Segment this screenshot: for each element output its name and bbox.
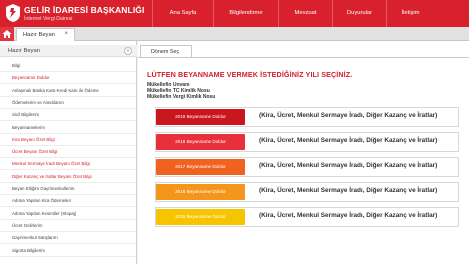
gib-logo-icon: [6, 4, 20, 22]
fill-declaration-button[interactable]: 2015 Beyanname Doldur: [156, 209, 245, 225]
sidebar-item[interactable]: Menkul Sermaye İradı Beyanı Özet Bilgi: [0, 159, 136, 171]
tab-donem-sec-label: Dönem Seç: [151, 49, 180, 55]
top-header: GELİR İDARESİ BAŞKANLIĞI İnternet Vergi …: [0, 0, 469, 27]
close-icon[interactable]: ×: [64, 31, 68, 37]
sidebar-item[interactable]: Bilgi: [0, 61, 136, 72]
brand-title: GELİR İDARESİ BAŞKANLIĞI: [24, 5, 145, 15]
sidebar-item[interactable]: Ücret Beyanı Özet Bilgi: [0, 147, 136, 159]
sidebar-header: Hazır Beyan «: [0, 45, 137, 57]
collapse-icon[interactable]: «: [124, 47, 132, 55]
sidebar-item[interactable]: Diğer Kazanç ve İratlar Beyanı Özet Bilg…: [0, 172, 136, 183]
year-row: 2018 Beyanname Doldur (Kira, Ücret, Menku…: [155, 132, 459, 152]
income-types-label: (Kira, Ücret, Menkul Sermaye İradı, Diğe…: [259, 212, 438, 219]
sidebar-item-label: Beyanname Doldur: [12, 75, 50, 81]
sidebar-item-label: Sicil Bilgilerim: [12, 112, 40, 118]
sidebar-item-label: Ücret Beyanı Özet Bilgi: [12, 149, 58, 155]
tab-label: Hazır Beyan: [23, 32, 55, 38]
year-row: 2019 Beyanname Doldur (Kira, Ücret, Menku…: [155, 107, 459, 127]
sidebar-item-label: Diğer Kazanç ve İratlar Beyanı Özet Bilg…: [12, 173, 92, 179]
tab-divider: [138, 57, 469, 58]
income-types-label: (Kira, Ücret, Menkul Sermaye İradı, Diğe…: [259, 137, 438, 144]
sidebar-item-label: Kira Beyanı Özet Bilgi: [12, 136, 55, 142]
sidebar-item[interactable]: Beyannamelerim: [0, 123, 136, 134]
fill-declaration-button[interactable]: 2019 Beyanname Doldur: [156, 109, 245, 125]
sidebar-title: Hazır Beyan: [8, 48, 40, 54]
sidebar-item-label: Ödemelerim ve Alındılarım: [12, 99, 64, 105]
brand-subtitle: İnternet Vergi Dairesi: [24, 16, 73, 22]
year-row: 2017 Beyanname Doldur (Kira, Ücret, Menku…: [155, 157, 459, 177]
fill-declaration-button[interactable]: 2016 Beyanname Doldur: [156, 184, 245, 200]
year-row: 2015 Beyanname Doldur (Kira, Ücret, Menku…: [155, 207, 459, 227]
nav-item-home[interactable]: Ana Sayfa: [152, 0, 213, 27]
income-types-label: (Kira, Ücret, Menkul Sermaye İradı, Diğe…: [259, 187, 438, 194]
fill-declaration-button[interactable]: 2018 Beyanname Doldur: [156, 134, 245, 150]
sidebar-item[interactable]: Beyanname Doldur: [0, 73, 136, 85]
sidebar-item[interactable]: Kira Beyanı Özet Bilgi: [0, 135, 136, 146]
taxpayer-vkn-label: Mükellefin Vergi Kimlik Nosu: [147, 94, 216, 100]
tab-bar: Hazır Beyan ×: [0, 27, 469, 41]
sidebar-item-label: Adıma Yapılan Kesintiler (Stopaj): [12, 210, 77, 216]
home-icon: [2, 30, 12, 38]
nav-item-announcements[interactable]: Duyurular: [332, 0, 386, 27]
sidebar-item[interactable]: Sicil Bilgilerim: [0, 110, 136, 122]
sidebar-item[interactable]: Adıma Yapılan Kesintiler (Stopaj): [0, 209, 136, 220]
page-heading: LÜTFEN BEYANNAME VERMEK İSTEDİĞİNİZ YILI…: [147, 70, 353, 79]
nav-item-contact[interactable]: İletişim: [386, 0, 434, 27]
tab-hazir-beyan[interactable]: Hazır Beyan ×: [16, 28, 75, 41]
sidebar-item-label: Ücret Gelirlerim: [12, 222, 43, 228]
nav-item-legislation[interactable]: Mevzuat: [278, 0, 332, 27]
sidebar-item[interactable]: Ücret Gelirlerim: [0, 221, 136, 232]
sidebar-item[interactable]: Ödemelerim ve Alındılarım: [0, 98, 136, 109]
sidebar-item-label: Beyan Ettiğim Gayrimenkullerim: [12, 186, 75, 191]
sidebar-item-label: Menkul Sermaye İradı Beyanı Özet Bilgi: [12, 161, 90, 167]
income-types-label: (Kira, Ücret, Menkul Sermaye İradı, Diğe…: [259, 162, 438, 169]
sidebar: Hazır Beyan « Bilgi Beyanname Doldur Anlaş…: [0, 41, 137, 264]
year-row: 2016 Beyanname Doldur (Kira, Ücret, Menku…: [155, 182, 459, 202]
sidebar-item[interactable]: Adıma Yapılan Kira Ödemeleri: [0, 196, 136, 208]
income-types-label: (Kira, Ücret, Menkul Sermaye İradı, Diğe…: [259, 112, 438, 119]
main-nav: Ana Sayfa Bilgilendirme Mevzuat Duyurula…: [152, 0, 434, 27]
sidebar-item[interactable]: Anlaşmalı Banka Kartı-Kredi Kartı ile Öd…: [0, 86, 136, 97]
sidebar-item-label: Anlaşmalı Banka Kartı-Kredi Kartı ile Öd…: [12, 87, 99, 93]
sidebar-item[interactable]: Sigorta Bilgilerim: [0, 246, 136, 257]
sidebar-item-label: Bilgi: [12, 63, 21, 68]
sidebar-item-label: Sigorta Bilgilerim: [12, 247, 45, 253]
main-content: Dönem Seç LÜTFEN BEYANNAME VERMEK İSTEDİ…: [138, 41, 469, 264]
fill-declaration-button[interactable]: 2017 Beyanname Doldur: [156, 159, 245, 175]
nav-item-info[interactable]: Bilgilendirme: [213, 0, 278, 27]
sidebar-item-label: Beyannamelerim: [12, 124, 45, 130]
sidebar-item-label: Gayrimenkul Satışlarım: [12, 235, 58, 241]
sidebar-item-label: Adıma Yapılan Kira Ödemeleri: [12, 198, 71, 204]
sidebar-item[interactable]: Beyan Ettiğim Gayrimenkullerim: [0, 184, 136, 195]
home-button[interactable]: [0, 27, 14, 41]
sidebar-item[interactable]: Gayrimenkul Satışlarım: [0, 233, 136, 245]
